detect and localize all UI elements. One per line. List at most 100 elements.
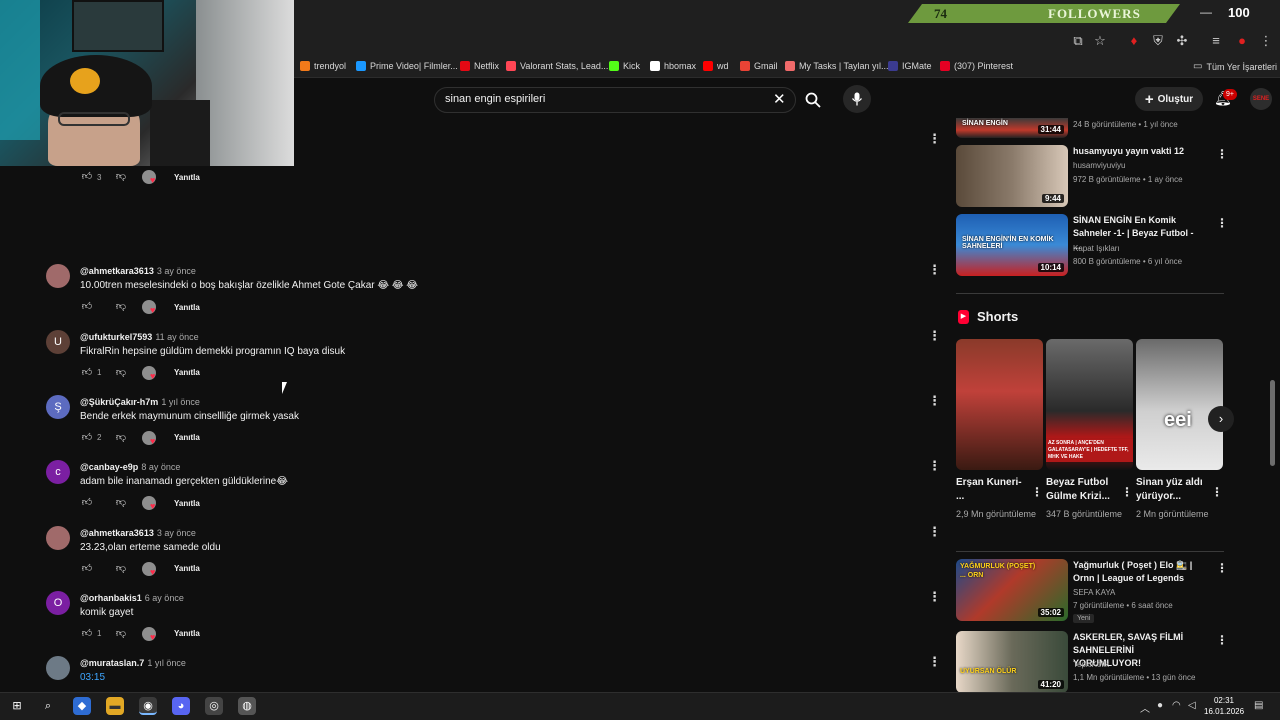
all-bookmarks[interactable]: ▭ Tüm Yer İşaretleri: [1193, 61, 1277, 72]
short-title[interactable]: Erşan Kuneri- ...: [956, 476, 1028, 504]
shield-icon[interactable]: ⛨: [1150, 33, 1166, 49]
bookmark-item[interactable]: Netflix: [460, 61, 499, 71]
profile-icon[interactable]: ●: [1234, 33, 1250, 49]
thumbs-up-icon[interactable]: 👍︎: [80, 562, 94, 576]
obs-icon[interactable]: ◎: [205, 697, 223, 715]
comment-author-name[interactable]: @canbay-e9p: [80, 462, 138, 472]
bookmark-item[interactable]: hbomax: [650, 61, 696, 71]
comment-time[interactable]: 8 ay önce: [141, 462, 180, 472]
comment-author[interactable]: @ahmetkara3613 3 ay önce: [80, 266, 196, 276]
install-app-icon[interactable]: ⧉: [1070, 33, 1086, 49]
video-thumbnail[interactable]: YAĞMURLUK (POŞET) ... ORN 35:02: [956, 559, 1068, 621]
video-channel[interactable]: Kapat Işıkları: [1073, 244, 1120, 253]
comment-time[interactable]: 1 yıl önce: [147, 658, 186, 668]
comment-menu-icon[interactable]: ⋮: [928, 589, 941, 605]
short-menu-icon[interactable]: ⋮: [1121, 485, 1133, 499]
comment-avatar[interactable]: [46, 264, 70, 289]
thumbs-up-icon[interactable]: 👍︎: [80, 496, 94, 510]
page-scrollbar[interactable]: [1270, 380, 1275, 466]
comment-author-name[interactable]: @ŞükrüÇakır-h7m: [80, 397, 158, 407]
short-thumbnail[interactable]: AZ SONRA | ANÇE'DEN GALATASARAY'E | HEDE…: [1046, 339, 1133, 470]
thumbs-down-icon[interactable]: 👎︎: [114, 300, 128, 314]
reply-button[interactable]: Yanıtla: [174, 564, 200, 573]
comment-menu-icon[interactable]: ⋮: [928, 328, 941, 344]
comment-author[interactable]: @ufukturkel7593 11 ay önce: [80, 332, 199, 342]
browser-menu-icon[interactable]: ⋮: [1258, 33, 1274, 49]
clear-search-icon[interactable]: ✕: [773, 90, 786, 108]
thumbs-up-icon[interactable]: 👍︎: [80, 431, 94, 445]
thumbs-up-icon[interactable]: 👍︎: [80, 366, 94, 380]
short-title[interactable]: Beyaz Futbol Gülme Krizi...: [1046, 476, 1118, 504]
comment-author[interactable]: @canbay-e9p 8 ay önce: [80, 462, 180, 472]
taskbar-search-icon[interactable]: ⌕: [39, 697, 57, 715]
copilot-icon[interactable]: ◆: [73, 697, 91, 715]
search-input[interactable]: sinan engin espirileri: [445, 93, 545, 105]
comment-avatar[interactable]: [46, 656, 70, 681]
video-menu-icon[interactable]: ⋮: [1216, 633, 1228, 647]
extension-icon[interactable]: ♦: [1126, 33, 1142, 49]
bookmark-item[interactable]: (307) Pinterest: [940, 61, 1013, 71]
comment-menu-icon[interactable]: ⋮: [928, 262, 941, 278]
mic-tray-icon[interactable]: ●: [1157, 700, 1163, 711]
comment-menu-icon[interactable]: ⋮: [928, 458, 941, 474]
comment-avatar[interactable]: U: [46, 329, 70, 354]
bookmark-item[interactable]: Kick: [609, 61, 640, 71]
bookmark-item[interactable]: wd: [703, 61, 729, 71]
thumbs-down-icon[interactable]: 👎︎: [114, 366, 128, 380]
chrome-icon[interactable]: ◉: [139, 697, 157, 715]
related-video[interactable]: YAĞMURLUK (POŞET) ... ORN 35:02 Yağmurluk …: [956, 559, 1228, 623]
short-title[interactable]: Sinan yüz aldı yürüyor...: [1136, 476, 1208, 504]
video-thumbnail[interactable]: SİNAN ENGİN 31:44: [956, 118, 1068, 138]
tray-chevron-icon[interactable]: ︿: [1140, 700, 1150, 715]
comment-author-name[interactable]: @ahmetkara3613: [80, 528, 154, 538]
short-menu-icon[interactable]: ⋮: [1211, 485, 1223, 499]
comment-menu-icon[interactable]: ⋮: [928, 524, 941, 540]
bookmark-item[interactable]: My Tasks | Taylan yıl...: [785, 61, 889, 71]
related-video[interactable]: 9:44 husamyuyu yayın vakti 12 husamviyuviy…: [956, 145, 1228, 207]
account-avatar[interactable]: SENE: [1250, 88, 1272, 110]
search-button[interactable]: [800, 87, 826, 113]
start-icon[interactable]: ⊞: [8, 697, 26, 715]
thumbs-down-icon[interactable]: 👎︎: [114, 496, 128, 510]
related-video[interactable]: SİNAN ENGİN 31:44 24 B görüntüleme • 1 yıl…: [956, 102, 1226, 138]
notification-center-icon[interactable]: ▤: [1254, 700, 1263, 711]
video-thumbnail[interactable]: UYURSAN ÖLÜR 41:20: [956, 631, 1068, 693]
video-thumbnail[interactable]: SİNAN ENGİN'İN EN KOMİK SAHNELERİ 10:14: [956, 214, 1068, 276]
shorts-next-button[interactable]: ›: [1208, 406, 1234, 432]
reply-button[interactable]: Yanıtla: [174, 629, 200, 638]
file-explorer-icon[interactable]: ▬: [106, 697, 124, 715]
network-icon[interactable]: ◠: [1172, 700, 1181, 711]
thumbs-up-icon[interactable]: 👍︎: [80, 170, 94, 184]
comment-menu-icon[interactable]: ⋮: [928, 131, 941, 147]
app-icon[interactable]: ◍: [238, 697, 256, 715]
clock[interactable]: 02:31 16.01.2026: [1204, 695, 1244, 717]
thumbs-down-icon[interactable]: 👎︎: [114, 431, 128, 445]
thumbs-down-icon[interactable]: 👎︎: [114, 170, 128, 184]
video-thumbnail[interactable]: 9:44: [956, 145, 1068, 207]
comment-time[interactable]: 1 yıl önce: [161, 397, 200, 407]
reply-button[interactable]: Yanıtla: [174, 433, 200, 442]
short-item[interactable]: Erşan Kuneri- ... 2,9 Mn görüntüleme ⋮: [956, 339, 1044, 521]
bookmark-star-icon[interactable]: ☆: [1092, 33, 1108, 49]
comment-author-name[interactable]: @ahmetkara3613: [80, 266, 154, 276]
reply-button[interactable]: Yanıtla: [174, 173, 200, 182]
bookmark-item[interactable]: Valorant Stats, Lead...: [506, 61, 608, 71]
extensions-icon[interactable]: ✣: [1174, 33, 1190, 49]
comment-author[interactable]: @orhanbakis1 6 ay önce: [80, 593, 184, 603]
comment-text[interactable]: 03:15: [80, 672, 105, 683]
bookmark-item[interactable]: trendyol: [300, 61, 346, 71]
video-title[interactable]: Yağmurluk ( Poşet ) Elo 🚉 | Ornn | Leagu…: [1073, 559, 1203, 585]
media-icon[interactable]: ≡: [1208, 33, 1224, 49]
comment-time[interactable]: 6 ay önce: [145, 593, 184, 603]
thumbs-down-icon[interactable]: 👎︎: [114, 627, 128, 641]
short-item[interactable]: AZ SONRA | ANÇE'DEN GALATASARAY'E | HEDE…: [1046, 339, 1134, 521]
comment-author-name[interactable]: @murataslan.7: [80, 658, 144, 668]
thumbs-up-icon[interactable]: 👍︎: [80, 300, 94, 314]
comment-author[interactable]: @ahmetkara3613 3 ay önce: [80, 528, 196, 538]
voice-search-button[interactable]: [843, 85, 871, 113]
video-channel[interactable]: husamviyuviyu: [1073, 161, 1125, 170]
bookmark-item[interactable]: Gmail: [740, 61, 778, 71]
minimize-icon[interactable]: —: [1200, 5, 1212, 19]
comment-author[interactable]: @murataslan.7 1 yıl önce: [80, 658, 186, 668]
video-title[interactable]: husamyuyu yayın vakti 12: [1073, 145, 1203, 158]
